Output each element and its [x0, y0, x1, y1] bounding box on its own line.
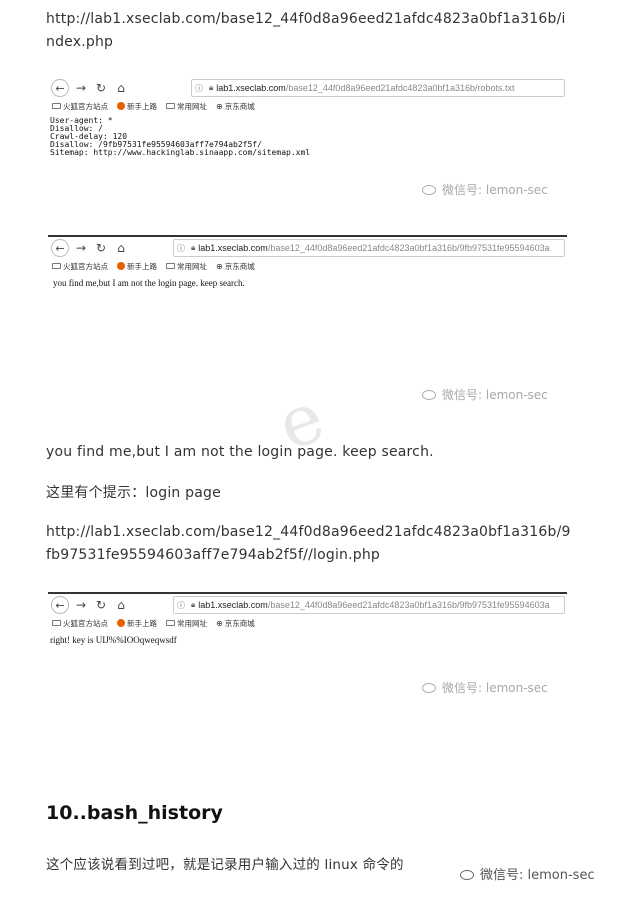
- info-icon: ⓘ: [195, 83, 203, 93]
- globe-icon: ⊕: [216, 618, 223, 628]
- firefox-icon: [117, 262, 125, 270]
- nav-bar: ← → ↻ ⌂ ⓘ 🔒︎ lab1.xseclab.com/base12_44f…: [48, 77, 567, 99]
- wechat-icon: [422, 185, 436, 195]
- firefox-icon: [117, 102, 125, 110]
- hint-paragraph: 这里有个提示：login page: [46, 485, 221, 501]
- bookmark-common-sites[interactable]: 常用网址: [166, 101, 207, 112]
- bookmark-getting-started[interactable]: 新手上路: [117, 101, 157, 112]
- lock-icon: 🔒︎: [191, 243, 196, 252]
- forward-icon[interactable]: →: [71, 81, 91, 95]
- url-path: /base12_44f0d8a96eed21afdc4823a0bf1a316b…: [267, 243, 550, 253]
- bookmark-firefox-official[interactable]: 火狐官方站点: [52, 261, 108, 272]
- page-content: right! key is UIJ%%IOOqweqwsdf: [50, 635, 177, 645]
- bookmark-firefox-official[interactable]: 火狐官方站点: [52, 101, 108, 112]
- folder-icon: [166, 263, 175, 269]
- browser-screenshot-login: ← → ↻ ⌂ ⓘ 🔒︎ lab1.xseclab.com/base12_44f…: [48, 592, 567, 654]
- firefox-icon: [117, 619, 125, 627]
- bookmark-common-sites[interactable]: 常用网址: [166, 618, 207, 629]
- lock-icon: 🔒︎: [209, 83, 214, 92]
- url-host: lab1.xseclab.com: [216, 83, 286, 93]
- url-bar[interactable]: ⓘ 🔒︎ lab1.xseclab.com/base12_44f0d8a96ee…: [173, 596, 565, 614]
- url-path: /base12_44f0d8a96eed21afdc4823a0bf1a316b…: [267, 600, 550, 610]
- info-icon: ⓘ: [177, 600, 185, 610]
- folder-icon: [52, 620, 61, 626]
- bookmark-getting-started[interactable]: 新手上路: [117, 618, 157, 629]
- back-icon[interactable]: ←: [51, 596, 69, 614]
- bookmarks-bar: 火狐官方站点 新手上路 常用网址 ⊕ 京东商城: [48, 99, 567, 113]
- forward-icon[interactable]: →: [71, 598, 91, 612]
- wechat-icon: [422, 390, 436, 400]
- home-icon[interactable]: ⌂: [111, 241, 131, 255]
- url-host: lab1.xseclab.com: [198, 243, 268, 253]
- url-bar[interactable]: ⓘ 🔒︎ lab1.xseclab.com/base12_44f0d8a96ee…: [191, 79, 565, 97]
- url-line-1: http://lab1.xseclab.com/base12_44f0d8a96…: [46, 11, 566, 27]
- robots-line: Sitemap: http://www.hackinglab.sinaapp.c…: [50, 148, 311, 157]
- watermark-1: 微信号: lemon-sec: [422, 181, 548, 198]
- reload-icon[interactable]: ↻: [91, 81, 111, 95]
- url-host: lab1.xseclab.com: [198, 600, 268, 610]
- home-icon[interactable]: ⌂: [111, 598, 131, 612]
- bookmarks-bar: 火狐官方站点 新手上路 常用网址 ⊕ 京东商城: [48, 259, 567, 273]
- bookmark-jd[interactable]: ⊕ 京东商城: [216, 261, 255, 272]
- bookmark-getting-started[interactable]: 新手上路: [117, 261, 157, 272]
- folder-icon: [166, 620, 175, 626]
- url-bar[interactable]: ⓘ 🔒︎ lab1.xseclab.com/base12_44f0d8a96ee…: [173, 239, 565, 257]
- bookmark-common-sites[interactable]: 常用网址: [166, 261, 207, 272]
- back-icon[interactable]: ←: [51, 79, 69, 97]
- nav-bar: ← → ↻ ⌂ ⓘ 🔒︎ lab1.xseclab.com/base12_44f…: [48, 594, 567, 616]
- folder-icon: [166, 103, 175, 109]
- bookmark-jd[interactable]: ⊕ 京东商城: [216, 101, 255, 112]
- browser-screenshot-hidden-dir: ← → ↻ ⌂ ⓘ 🔒︎ lab1.xseclab.com/base12_44f…: [48, 235, 567, 297]
- url-path: /base12_44f0d8a96eed21afdc4823a0bf1a316b…: [285, 83, 515, 93]
- nav-bar: ← → ↻ ⌂ ⓘ 🔒︎ lab1.xseclab.com/base12_44f…: [48, 237, 567, 259]
- info-icon: ⓘ: [177, 243, 185, 253]
- section-heading: 10..bash_history: [46, 802, 223, 824]
- url-line-1: http://lab1.xseclab.com/base12_44f0d8a96…: [46, 524, 571, 540]
- globe-icon: ⊕: [216, 261, 223, 271]
- forward-icon[interactable]: →: [71, 241, 91, 255]
- robots-content: User-agent: * Disallow: / Crawl-delay: 1…: [48, 113, 567, 157]
- url-paragraph-2: http://lab1.xseclab.com/base12_44f0d8a96…: [46, 521, 586, 567]
- back-icon[interactable]: ←: [51, 239, 69, 257]
- bookmark-firefox-official[interactable]: 火狐官方站点: [52, 618, 108, 629]
- reload-icon[interactable]: ↻: [91, 241, 111, 255]
- globe-icon: ⊕: [216, 101, 223, 111]
- browser-screenshot-robots: ← → ↻ ⌂ ⓘ 🔒︎ lab1.xseclab.com/base12_44f…: [48, 77, 567, 177]
- found-paragraph: you find me,but I am not the login page.…: [46, 444, 434, 460]
- home-icon[interactable]: ⌂: [111, 81, 131, 95]
- watermark-3: 微信号: lemon-sec: [422, 679, 548, 696]
- folder-icon: [52, 263, 61, 269]
- wechat-icon: [460, 870, 474, 880]
- watermark-2: 微信号: lemon-sec: [422, 386, 548, 403]
- folder-icon: [52, 103, 61, 109]
- url-line-2: fb97531fe95594603aff7e794ab2f5f//login.p…: [46, 547, 381, 563]
- url-line-2: ndex.php: [46, 34, 114, 50]
- watermark-4: 微信号: lemon-sec: [460, 864, 595, 883]
- reload-icon[interactable]: ↻: [91, 598, 111, 612]
- wechat-icon: [422, 683, 436, 693]
- bookmarks-bar: 火狐官方站点 新手上路 常用网址 ⊕ 京东商城: [48, 616, 567, 630]
- page-content: you find me,but I am not the login page.…: [53, 278, 245, 288]
- lock-icon: 🔒︎: [191, 600, 196, 609]
- url-paragraph-1: http://lab1.xseclab.com/base12_44f0d8a96…: [46, 8, 586, 54]
- bookmark-jd[interactable]: ⊕ 京东商城: [216, 618, 255, 629]
